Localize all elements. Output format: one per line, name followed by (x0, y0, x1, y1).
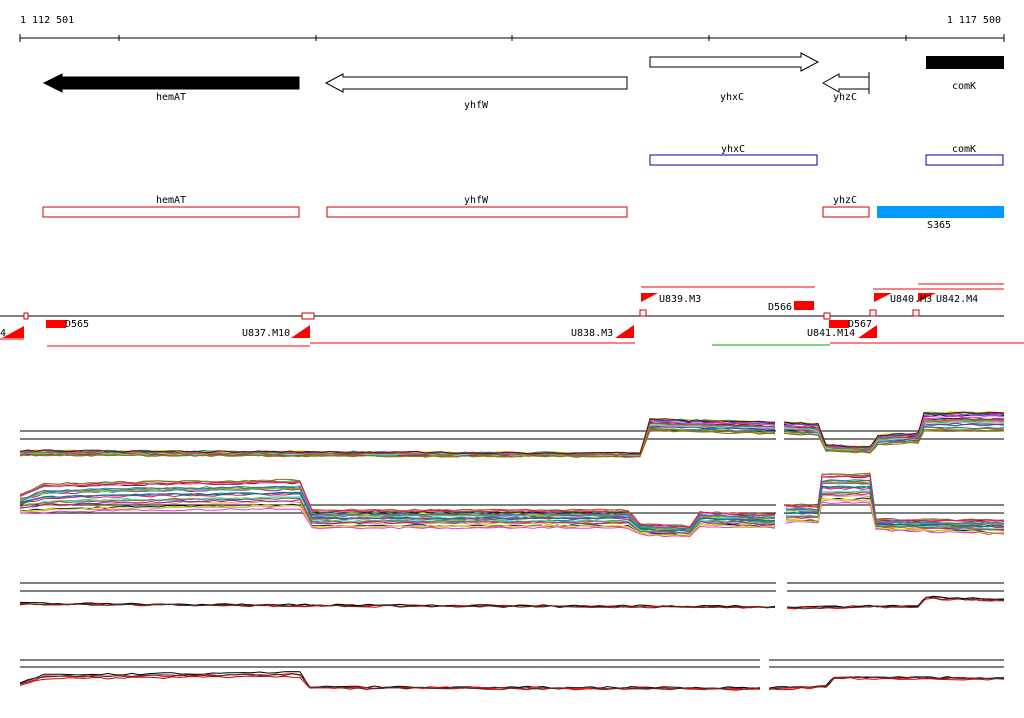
gene-yhfW-label: yhfW (464, 100, 489, 111)
expression-trace (768, 676, 1005, 691)
gene-hemAT-label: hemAT (156, 92, 186, 103)
ruler-end-label: 1 117 500 (947, 15, 1001, 26)
red-yhfW-label: yhfW (464, 195, 489, 206)
red-hemAT-label: hemAT (156, 195, 186, 206)
red-hemAT-box[interactable] (42, 206, 300, 218)
blue-comK-box[interactable] (925, 154, 1004, 166)
feature-S365-label: S365 (927, 220, 951, 231)
red-yhfW-box[interactable] (326, 206, 628, 218)
gene-comK[interactable]: comK (926, 56, 1004, 92)
gene-hemAT[interactable]: hemAT (42, 73, 300, 103)
transcript-clipped-label: 4 (0, 328, 6, 339)
transcript-U842-label: U842.M4 (936, 294, 978, 305)
expression-panel-4 (19, 659, 1005, 691)
feature-S365-bar[interactable] (877, 206, 1004, 218)
blue-yhxC-label: yhxC (721, 144, 745, 155)
gene-yhxC[interactable]: yhxC (649, 52, 820, 103)
terminator-D567[interactable] (829, 320, 849, 328)
expression-trace (786, 595, 1005, 608)
terminator-D565[interactable] (46, 320, 66, 328)
blue-annotation-track: yhxC comK (649, 144, 1004, 166)
genome-browser-viewer: 1 112 501 1 117 500 hemAT yhfW yhxC yhzC (0, 0, 1024, 714)
ruler-start-label: 1 112 501 (20, 15, 74, 26)
red-yhzC-label: yhzC (833, 195, 857, 206)
gene-yhzC-label: yhzC (833, 92, 857, 103)
red-annotation-track: hemAT yhfW yhzC S365 (42, 195, 1004, 231)
expression-trace (19, 671, 761, 690)
transcript-U838-label: U838.M3 (571, 328, 613, 339)
transcript-D567-label: D567 (848, 319, 872, 330)
gene-yhzC[interactable]: yhzC (821, 72, 870, 103)
coordinate-ruler: 1 112 501 1 117 500 (19, 15, 1005, 42)
expression-panel-3 (19, 582, 1005, 610)
gene-track: hemAT yhfW yhxC yhzC comK (42, 52, 1004, 111)
transcript-U840-label: U840.M3 (890, 294, 932, 305)
terminator-D566[interactable] (794, 301, 814, 310)
gene-yhfW[interactable]: yhfW (324, 73, 628, 111)
blue-comK-label: comK (952, 144, 976, 155)
expression-panel-2 (19, 472, 1005, 538)
transcript-U839-label: U839.M3 (659, 294, 701, 305)
transcript-D566-label: D566 (768, 302, 792, 313)
transcript-D565-label: D565 (65, 319, 89, 330)
gene-yhxC-label: yhxC (720, 92, 744, 103)
browser-canvas: 1 112 501 1 117 500 hemAT yhfW yhxC yhzC (0, 15, 1024, 691)
transcript-track: 4 D565 U837.M10 U838.M3 U839.M3 D566 U84… (0, 283, 1024, 347)
gene-comK-label: comK (952, 81, 976, 92)
transcript-U837-label: U837.M10 (242, 328, 290, 339)
expression-panel-1 (19, 411, 1005, 458)
expression-trace (786, 596, 1005, 610)
red-yhzC-box[interactable] (822, 206, 870, 218)
blue-yhxC-box[interactable] (649, 154, 818, 166)
